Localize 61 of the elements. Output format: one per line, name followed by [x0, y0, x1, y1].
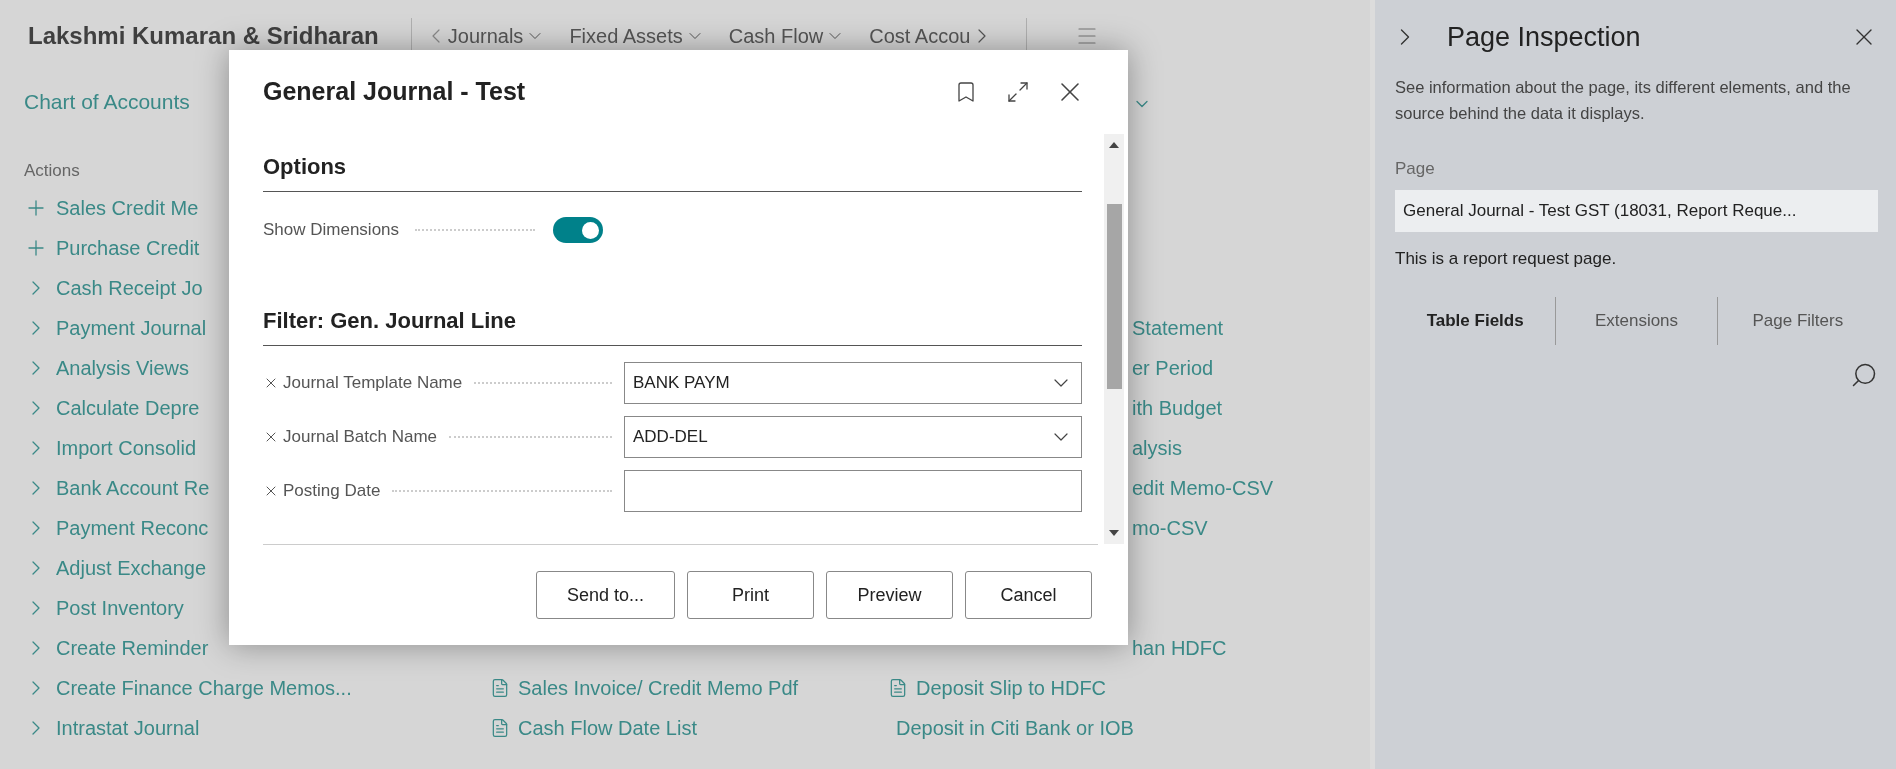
panel-tab[interactable]: Page Filters [1716, 297, 1878, 345]
field-label: Journal Batch Name [283, 426, 438, 449]
action-link[interactable]: Purchase Credit [56, 233, 200, 263]
report-link[interactable]: alysis [1132, 433, 1182, 463]
report-link[interactable]: han HDFC [1132, 633, 1227, 663]
action-link[interactable]: Post Inventory [56, 593, 184, 623]
action-link[interactable]: Create Finance Charge Memos... [56, 673, 352, 703]
report-link[interactable]: Sales Invoice/ Credit Memo Pdf [518, 673, 799, 703]
action-link[interactable]: Payment Journal [56, 313, 207, 343]
report-icon [888, 678, 908, 698]
panel-tab[interactable]: Table Fields [1395, 297, 1556, 345]
search-icon[interactable] [1850, 361, 1878, 389]
report-link[interactable]: mo-CSV [1132, 513, 1208, 543]
action-link[interactable]: Cash Receipt Jo [56, 273, 203, 303]
nav-menu[interactable]: Cash Flow [728, 21, 846, 51]
action-link[interactable]: Bank Account Re [56, 473, 210, 503]
report-link[interactable]: Statement [1132, 313, 1224, 343]
chart-of-accounts-link[interactable]: Chart of Accounts [24, 86, 190, 118]
action-link[interactable]: Adjust Exchange [56, 553, 207, 583]
field-label: Show Dimensions [263, 219, 400, 242]
page-field: General Journal - Test GST (18031, Report Reque... [1395, 189, 1878, 232]
section-heading: Filter: Gen. Journal Line [263, 304, 1082, 346]
dialog-button[interactable]: Preview [826, 571, 953, 619]
panel-title: Page Inspection [1447, 20, 1642, 54]
field-label: Page [1395, 158, 1436, 180]
action-link[interactable]: Calculate Depre [56, 393, 200, 423]
field-label: Journal Template Name [283, 372, 463, 395]
dialog-button[interactable]: Cancel [965, 571, 1092, 619]
report-link[interactable]: Deposit Slip to HDFC [916, 673, 1107, 703]
nav-menu[interactable]: Fixed Assets [569, 21, 705, 51]
panel-description: See information about the page, its different elements, and the source behind the data it displays. [1395, 77, 1852, 124]
report-icon [490, 678, 510, 698]
dialog-button[interactable]: Print [687, 571, 814, 619]
action-link[interactable]: Sales Credit Me [56, 193, 199, 223]
panel-tab[interactable]: Extensions [1555, 297, 1717, 345]
action-link[interactable]: Payment Reconc [56, 513, 209, 543]
section-label: Actions [24, 161, 80, 180]
dropdown-field[interactable]: BANK PAYM [624, 362, 1082, 404]
report-link[interactable]: Deposit in Citi Bank or IOB [896, 713, 1134, 743]
dialog-button[interactable]: Send to... [535, 571, 675, 619]
dropdown-field[interactable]: ADD-DEL [624, 416, 1082, 458]
report-link[interactable]: edit Memo-CSV [1132, 473, 1274, 503]
report-link[interactable]: Cash Flow Date List [518, 713, 697, 743]
section-heading: Options [263, 150, 1082, 192]
scrollbar[interactable] [1104, 134, 1124, 544]
action-link[interactable]: Import Consolid [56, 433, 197, 463]
action-link[interactable]: Analysis Views [56, 353, 190, 383]
nav-menu[interactable]: Journals [447, 21, 546, 51]
action-link[interactable]: Create Reminder [56, 633, 209, 663]
toggle-switch[interactable] [553, 217, 604, 243]
input-field[interactable] [624, 470, 1082, 512]
report-link[interactable]: ith Budget [1132, 393, 1223, 423]
report-icon [490, 718, 510, 738]
action-link[interactable]: Intrastat Journal [56, 713, 200, 743]
panel-note: This is a report request page. [1395, 247, 1618, 270]
field-label: Posting Date [283, 480, 381, 503]
report-link[interactable]: er Period [1132, 353, 1214, 383]
company-name: Lakshmi Kumaran & Sridharan [28, 21, 379, 51]
expand-icon[interactable] [1006, 80, 1030, 104]
dialog-title: General Journal - Test [263, 76, 527, 108]
nav-menu[interactable]: Cost Accou [869, 21, 971, 51]
